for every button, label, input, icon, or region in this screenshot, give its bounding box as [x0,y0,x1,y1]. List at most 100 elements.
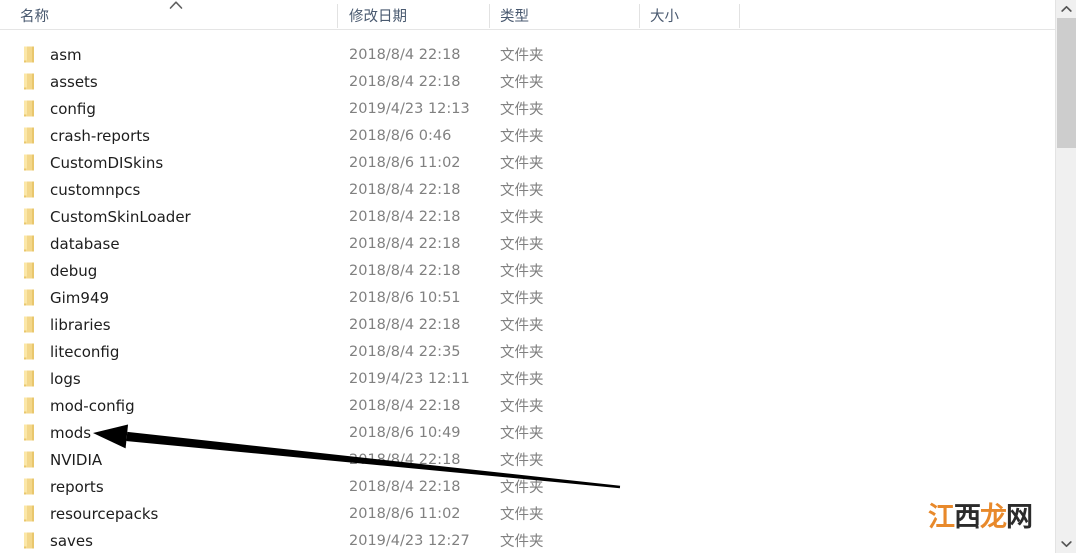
file-date-label: 2018/8/4 22:18 [349,451,461,468]
vertical-scrollbar[interactable] [1055,0,1076,553]
file-name-cell[interactable]: NVIDIA [22,446,102,473]
file-date-label: 2019/4/23 12:13 [349,100,470,117]
scrollbar-up-button[interactable] [1056,0,1076,18]
folder-icon [24,127,34,144]
file-name-label: saves [50,531,93,550]
file-type-cell: 文件夹 [500,122,544,149]
file-name-cell[interactable]: resourcepacks [22,500,158,527]
watermark-char: 江 [927,502,957,533]
file-date-cell: 2018/8/4 22:18 [349,392,461,419]
table-row[interactable]: mod-config 2018/8/4 22:18 文件夹 [0,392,1055,419]
file-date-cell: 2018/8/4 22:18 [349,473,461,500]
table-row[interactable]: Gim949 2018/8/6 10:51 文件夹 [0,284,1055,311]
table-row[interactable]: logs 2019/4/23 12:11 文件夹 [0,365,1055,392]
table-row[interactable]: database 2018/8/4 22:18 文件夹 [0,230,1055,257]
file-date-cell: 2018/8/4 22:35 [349,338,461,365]
file-date-label: 2018/8/6 10:51 [349,289,461,306]
file-name-cell[interactable]: mod-config [22,392,135,419]
column-header-size[interactable]: 大小 [650,0,679,30]
file-name-label: asm [50,45,82,64]
file-date-label: 2018/8/4 22:18 [349,208,461,225]
folder-icon [24,235,34,252]
file-type-cell: 文件夹 [500,230,544,257]
file-name-cell[interactable]: assets [22,68,98,95]
file-type-cell: 文件夹 [500,446,544,473]
file-name-cell[interactable]: CustomDISkins [22,149,163,176]
file-name-cell[interactable]: customnpcs [22,176,140,203]
file-type-label: 文件夹 [500,480,544,496]
file-name-cell[interactable]: saves [22,527,93,554]
folder-icon [24,289,34,306]
table-row[interactable]: reports 2018/8/4 22:18 文件夹 [0,473,1055,500]
column-header-name[interactable]: 名称 [20,0,49,30]
file-date-cell: 2018/8/6 0:46 [349,122,451,149]
file-name-cell[interactable]: crash-reports [22,122,150,149]
file-name-label: assets [50,72,98,91]
table-row[interactable]: customnpcs 2018/8/4 22:18 文件夹 [0,176,1055,203]
column-header-type[interactable]: 类型 [500,0,529,30]
file-date-label: 2018/8/4 22:18 [349,478,461,495]
file-name-cell[interactable]: reports [22,473,104,500]
file-name-cell[interactable]: debug [22,257,97,284]
folder-icon [24,343,34,360]
file-name-cell[interactable]: database [22,230,120,257]
file-type-label: 文件夹 [500,345,544,361]
folder-icon [24,262,34,279]
table-row[interactable]: saves 2019/4/23 12:27 文件夹 [0,527,1055,554]
column-divider-2[interactable] [489,4,490,28]
column-divider-3[interactable] [639,4,640,28]
file-list: asm 2018/8/4 22:18 文件夹 assets 2018/8/4 2… [0,41,1055,554]
file-name-cell[interactable]: mods [22,419,91,446]
table-row[interactable]: libraries 2018/8/4 22:18 文件夹 [0,311,1055,338]
file-date-cell: 2018/8/6 10:51 [349,284,461,311]
file-date-label: 2018/8/4 22:35 [349,343,461,360]
table-row[interactable]: CustomDISkins 2018/8/6 11:02 文件夹 [0,149,1055,176]
table-row[interactable]: mods 2018/8/6 10:49 文件夹 [0,419,1055,446]
scrollbar-down-button[interactable] [1056,535,1076,553]
file-type-cell: 文件夹 [500,473,544,500]
file-name-cell[interactable]: liteconfig [22,338,119,365]
watermark-char: 西 [953,502,983,533]
scrollbar-thumb[interactable] [1057,18,1076,148]
file-name-label: crash-reports [50,126,150,145]
file-date-label: 2018/8/4 22:18 [349,397,461,414]
table-row[interactable]: asm 2018/8/4 22:18 文件夹 [0,41,1055,68]
column-header-date-modified[interactable]: 修改日期 [349,0,407,30]
table-row[interactable]: resourcepacks 2018/8/6 11:02 文件夹 [0,500,1055,527]
file-name-cell[interactable]: Gim949 [22,284,109,311]
file-name-cell[interactable]: asm [22,41,82,68]
table-row[interactable]: crash-reports 2018/8/6 0:46 文件夹 [0,122,1055,149]
folder-icon [24,505,34,522]
file-type-label: 文件夹 [500,48,544,64]
file-name-label: mod-config [50,396,135,415]
column-header-type-label: 类型 [500,8,529,25]
file-date-cell: 2018/8/4 22:18 [349,68,461,95]
file-date-label: 2019/4/23 12:27 [349,532,470,549]
column-divider-1[interactable] [337,4,338,28]
table-row[interactable]: debug 2018/8/4 22:18 文件夹 [0,257,1055,284]
table-row[interactable]: NVIDIA 2018/8/4 22:18 文件夹 [0,446,1055,473]
file-date-label: 2018/8/4 22:18 [349,262,461,279]
file-type-cell: 文件夹 [500,527,544,554]
file-type-label: 文件夹 [500,75,544,91]
table-row[interactable]: CustomSkinLoader 2018/8/4 22:18 文件夹 [0,203,1055,230]
table-row[interactable]: assets 2018/8/4 22:18 文件夹 [0,68,1055,95]
file-name-cell[interactable]: config [22,95,96,122]
file-name-label: CustomSkinLoader [50,207,191,226]
file-name-cell[interactable]: CustomSkinLoader [22,203,191,230]
watermark-char: 龙 [979,502,1009,533]
file-name-label: logs [50,369,81,388]
folder-icon [24,532,34,549]
table-row[interactable]: config 2019/4/23 12:13 文件夹 [0,95,1055,122]
file-date-cell: 2018/8/4 22:18 [349,230,461,257]
file-type-cell: 文件夹 [500,149,544,176]
file-type-label: 文件夹 [500,534,544,550]
column-divider-4[interactable] [739,4,740,28]
file-date-label: 2018/8/4 22:18 [349,181,461,198]
file-name-cell[interactable]: libraries [22,311,111,338]
file-name-cell[interactable]: logs [22,365,81,392]
file-type-cell: 文件夹 [500,338,544,365]
file-date-cell: 2018/8/6 11:02 [349,149,461,176]
table-row[interactable]: liteconfig 2018/8/4 22:35 文件夹 [0,338,1055,365]
file-date-label: 2018/8/4 22:18 [349,73,461,90]
